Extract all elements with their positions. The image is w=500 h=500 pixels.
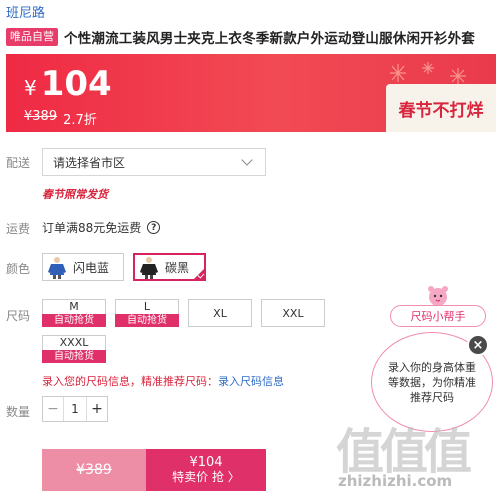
buy-bar: ¥389 ¥104 特卖价 抢 〉 bbox=[42, 449, 266, 491]
freight-text: 订单满88元免运费 bbox=[42, 221, 142, 235]
mascot-icon bbox=[428, 286, 448, 306]
size-recommendation: 录入您的尺码信息，精准推荐尺码：录入尺码信息 bbox=[42, 373, 284, 389]
quantity-label: 数量 bbox=[6, 405, 31, 419]
auto-restock-badge: 自动抢货 bbox=[115, 314, 179, 327]
size-option-xl[interactable]: XL bbox=[188, 299, 252, 327]
original-price: ¥389 bbox=[24, 109, 58, 124]
buy-sale-price: ¥104 bbox=[189, 455, 223, 470]
original-price-block: ¥389 bbox=[42, 449, 146, 491]
size-label: 尺码 bbox=[6, 309, 31, 323]
size-recommendation-text: 录入您的尺码信息，精准推荐尺码： bbox=[42, 375, 218, 388]
buy-original-price: ¥389 bbox=[76, 462, 112, 478]
brand-link[interactable]: 班尼路 bbox=[6, 2, 45, 21]
size-option-xxl[interactable]: XXL bbox=[261, 299, 325, 327]
spring-shipping-note: 春节照常发货 bbox=[42, 188, 108, 201]
jacket-thumbnail-black-icon bbox=[140, 257, 158, 279]
delivery-label: 配送 bbox=[6, 156, 31, 170]
region-select-placeholder: 请选择省市区 bbox=[53, 155, 126, 170]
size-helper[interactable]: 尺码小帮手 bbox=[390, 283, 486, 327]
discount-rate: 2.7折 bbox=[63, 113, 97, 128]
increase-quantity-button[interactable]: + bbox=[87, 397, 107, 421]
price-banner: ¥ 104 ¥389 2.7折 春节不打烊 bbox=[6, 54, 496, 132]
selected-check-icon bbox=[193, 268, 205, 280]
jacket-thumbnail-blue-icon bbox=[48, 257, 66, 279]
color-option-carbon-black[interactable]: 碳黑 bbox=[133, 253, 206, 281]
auto-restock-badge: 自动抢货 bbox=[42, 314, 106, 327]
buy-action-label: 特卖价 抢 〉 bbox=[172, 470, 240, 484]
color-name-lightning-blue: 闪电蓝 bbox=[73, 260, 110, 275]
color-label: 颜色 bbox=[6, 262, 31, 276]
size-option-m[interactable]: M 自动抢货 bbox=[42, 299, 106, 327]
price-sub: ¥389 2.7折 bbox=[24, 109, 97, 128]
chevron-down-icon bbox=[241, 154, 253, 166]
size-helper-bubble-text: 录入你的身高体重等数据，为你精准推荐尺码 bbox=[388, 360, 476, 404]
currency-symbol: ¥ bbox=[24, 76, 37, 100]
freight-info: 订单满88元免运费 ? bbox=[42, 219, 161, 236]
size-text: XL bbox=[213, 307, 227, 320]
question-mark-icon[interactable]: ? bbox=[147, 221, 161, 234]
enter-size-info-link[interactable]: 录入尺码信息 bbox=[218, 375, 284, 388]
close-icon[interactable]: × bbox=[467, 334, 489, 356]
size-helper-button[interactable]: 尺码小帮手 bbox=[390, 305, 486, 327]
auto-restock-badge: 自动抢货 bbox=[42, 350, 106, 363]
freight-label: 运费 bbox=[6, 222, 31, 236]
size-option-xxxl[interactable]: XXXL 自动抢货 bbox=[42, 335, 106, 363]
decrease-quantity-button[interactable]: − bbox=[43, 397, 63, 421]
size-option-l[interactable]: L 自动抢货 bbox=[115, 299, 179, 327]
current-price: ¥ 104 bbox=[24, 64, 112, 104]
size-text: XXXL bbox=[59, 336, 89, 349]
snowflake-decoration-icon bbox=[390, 62, 466, 84]
watermark-url: zhizhizhi.com bbox=[338, 472, 453, 490]
festival-badge: 春节不打烊 bbox=[386, 84, 496, 132]
quantity-value[interactable]: 1 bbox=[63, 397, 87, 421]
current-price-value: 104 bbox=[40, 64, 112, 104]
self-operated-badge: 唯品自营 bbox=[6, 28, 58, 46]
product-title-row: 唯品自营 个性潮流工装风男士夹克上衣冬季新款户外运动登山服休闲开衫外套 bbox=[6, 26, 496, 48]
buy-now-button[interactable]: ¥104 特卖价 抢 〉 bbox=[146, 449, 266, 491]
color-option-lightning-blue[interactable]: 闪电蓝 bbox=[42, 253, 124, 281]
size-text: M bbox=[69, 300, 79, 313]
watermark: 值值值 zhizhizhi.com bbox=[336, 412, 496, 496]
region-select[interactable]: 请选择省市区 bbox=[42, 148, 266, 176]
size-text: L bbox=[143, 300, 151, 313]
size-text: XXL bbox=[282, 307, 304, 320]
product-title: 个性潮流工装风男士夹克上衣冬季新款户外运动登山服休闲开衫外套 bbox=[64, 31, 475, 47]
quantity-stepper: − 1 + bbox=[42, 396, 108, 422]
